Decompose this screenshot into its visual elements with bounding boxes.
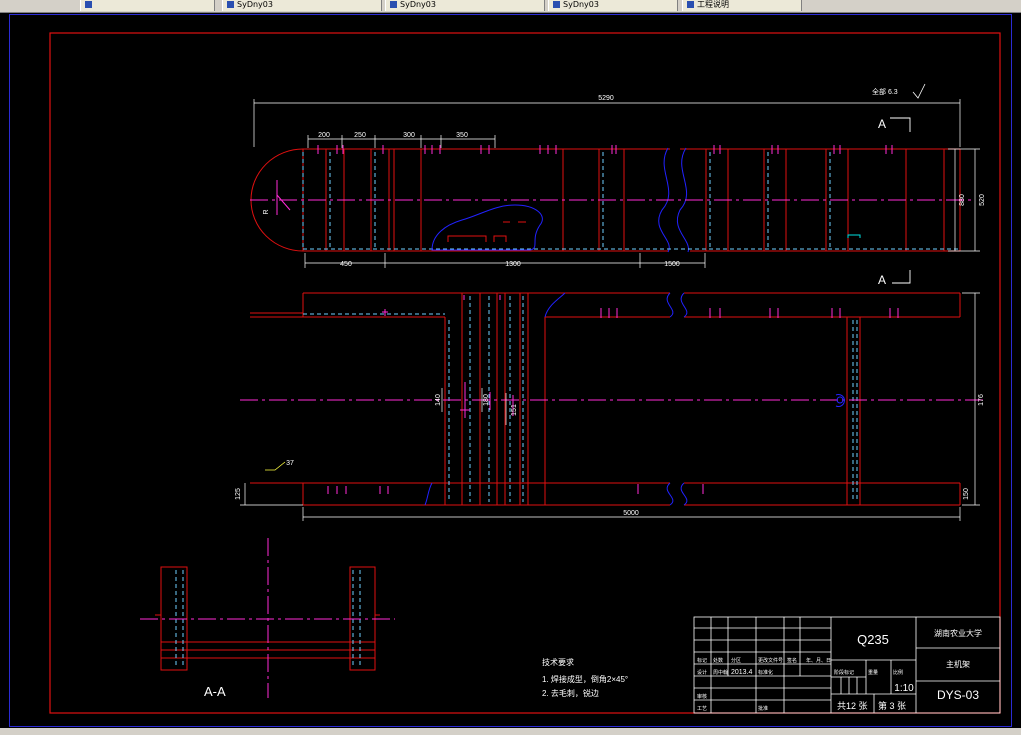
drawing-text: 更改文件号 — [758, 657, 783, 664]
tb-school: 湖南农业大学 — [934, 628, 982, 638]
drawing-text: 签名 — [787, 657, 797, 664]
section-a-a — [140, 538, 395, 698]
dim-r: R — [263, 209, 270, 214]
dim-350: 350 — [456, 132, 468, 139]
status-bar — [0, 728, 1021, 735]
drawing-text: 批准 — [758, 705, 768, 712]
drawing-text: 技术要求 — [542, 657, 574, 667]
drawing-text: 阶段标记 — [834, 669, 854, 676]
drawing-text: 审核 — [697, 693, 707, 700]
dim-37: 37 — [286, 460, 294, 467]
drawing-text: 1. 焊接成型，倒角2×45° — [542, 674, 628, 684]
dim-151: 151 — [511, 404, 518, 416]
drawing-text: 工艺 — [697, 706, 707, 712]
dim-1500: 1500 — [664, 261, 680, 268]
top-view-dimensions — [253, 99, 980, 268]
dim-200: 200 — [318, 132, 330, 139]
dim-180: 180 — [483, 394, 490, 406]
tb-part-name: 主机架 — [946, 659, 970, 669]
drawing-text: 周中翰 — [713, 669, 728, 676]
tb-sheet-no: 第 3 张 — [878, 700, 906, 711]
tb-drawing-no: DYS-03 — [937, 688, 979, 702]
section-marker-top: A — [878, 117, 886, 131]
dim-880: 880 — [959, 194, 966, 206]
dim-450: 450 — [340, 261, 352, 268]
drawing-text: 重量 — [868, 669, 878, 676]
dim-300: 300 — [403, 132, 415, 139]
drawing-text: 分区 — [731, 657, 741, 664]
drawing-text: 比例 — [893, 669, 903, 676]
dim-176: 176 — [978, 394, 985, 406]
roughness-note: 全部 6.3 — [872, 87, 898, 96]
tb-scale: 1:10 — [894, 683, 914, 694]
drawing-text: 2. 去毛刺，锐边 — [542, 688, 599, 698]
section-marker-bottom: A — [878, 273, 886, 287]
dim-140: 140 — [435, 394, 442, 406]
front-view — [240, 292, 985, 506]
drawing-text: 年、月、日 — [806, 657, 831, 664]
tb-date: 2013.4 — [731, 669, 753, 676]
dim-520: 520 — [979, 194, 986, 206]
front-view-dimensions — [240, 292, 980, 521]
drawing-text: 设计 — [697, 669, 707, 676]
dim-125: 125 — [235, 488, 242, 500]
dim-250: 250 — [354, 132, 366, 139]
top-view — [250, 145, 975, 253]
drawing-text: 标准化 — [758, 669, 773, 676]
dim-5000: 5000 — [623, 510, 639, 517]
dim-150: 150 — [963, 488, 970, 500]
tb-sheet-total: 共12 张 — [837, 701, 868, 711]
section-view-label: A-A — [204, 684, 226, 699]
weld-symbol — [265, 461, 286, 471]
dim-5290: 5290 — [598, 95, 614, 102]
cad-drawing: 5290 200 250 300 350 450 1300 1500 880 5… — [49, 32, 1001, 714]
drawing-text: 标记 — [697, 657, 707, 664]
tech-requirements: 技术要求 1. 焊接成型，倒角2×45° 2. 去毛刺，锐边 — [542, 657, 628, 698]
dim-1300: 1300 — [505, 261, 521, 268]
roughness-symbol — [912, 83, 926, 99]
drawing-text: 处数 — [713, 657, 723, 664]
tb-material: Q235 — [857, 632, 889, 647]
